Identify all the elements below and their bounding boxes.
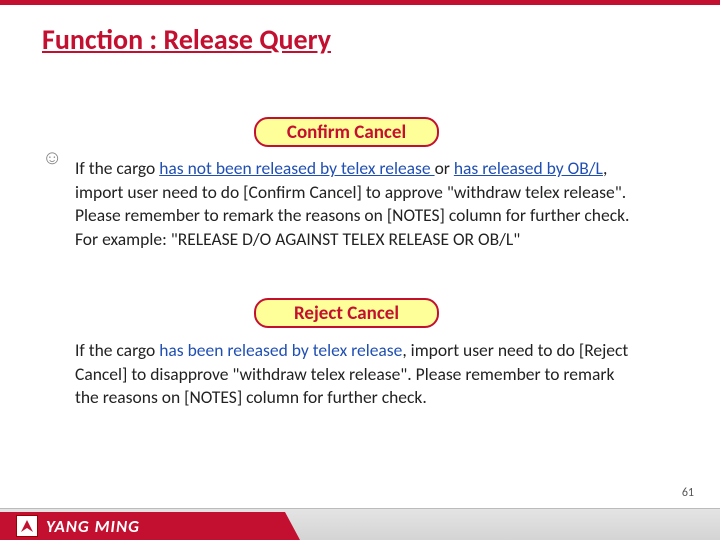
text: If the cargo <box>75 339 159 361</box>
slide-title: Function : Release Query <box>42 22 331 57</box>
reject-cancel-badge: Reject Cancel <box>254 298 439 328</box>
confirm-cancel-paragraph: If the cargo has not been released by te… <box>75 157 635 252</box>
footer-bar: YANG MING <box>0 508 720 540</box>
slide: Function : Release Query ☺ Confirm Cance… <box>0 0 720 540</box>
text: or <box>435 157 454 179</box>
page-number: 61 <box>682 486 694 500</box>
brand-name: YANG MING <box>46 516 140 537</box>
smiley-icon: ☺ <box>42 146 62 170</box>
reject-cancel-paragraph: If the cargo has been released by telex … <box>75 339 635 410</box>
text: If the cargo <box>75 157 159 179</box>
brand-logo-icon <box>16 515 38 537</box>
text-emph: has released by OB/L <box>454 157 603 179</box>
top-accent-bar <box>0 0 720 5</box>
footer-red-tab: YANG MING <box>0 512 300 540</box>
text-emph: has not been released by telex release <box>159 157 434 179</box>
confirm-cancel-badge: Confirm Cancel <box>254 117 439 147</box>
text-emph: has been released by telex release <box>159 339 402 361</box>
